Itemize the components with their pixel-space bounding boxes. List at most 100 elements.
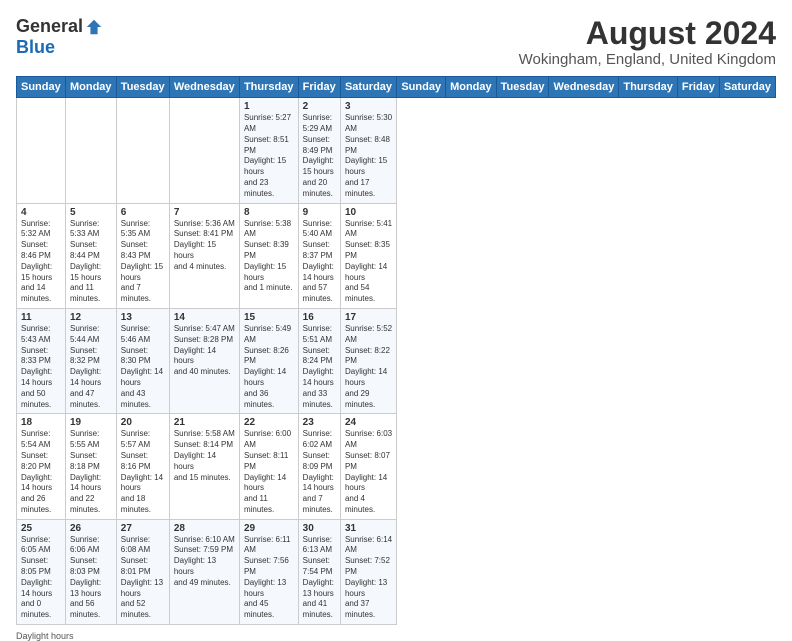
calendar-cell: 29Sunrise: 6:11 AM Sunset: 7:56 PM Dayli…: [239, 519, 298, 624]
calendar-cell: 1Sunrise: 5:27 AM Sunset: 8:51 PM Daylig…: [239, 98, 298, 203]
day-number: 15: [244, 312, 294, 323]
day-info: Sunrise: 5:40 AM Sunset: 8:37 PM Dayligh…: [303, 219, 336, 305]
day-number: 22: [244, 417, 294, 428]
day-number: 12: [70, 312, 112, 323]
day-number: 30: [303, 523, 336, 534]
day-info: Sunrise: 6:08 AM Sunset: 8:01 PM Dayligh…: [121, 535, 165, 621]
week-row-5: 25Sunrise: 6:05 AM Sunset: 8:05 PM Dayli…: [17, 519, 776, 624]
day-number: 27: [121, 523, 165, 534]
day-info: Sunrise: 5:54 AM Sunset: 8:20 PM Dayligh…: [21, 429, 61, 515]
calendar-cell: 30Sunrise: 6:13 AM Sunset: 7:54 PM Dayli…: [298, 519, 340, 624]
day-header-friday: Friday: [298, 77, 340, 98]
calendar-cell: 15Sunrise: 5:49 AM Sunset: 8:26 PM Dayli…: [239, 308, 298, 413]
calendar-cell: 8Sunrise: 5:38 AM Sunset: 8:39 PM Daylig…: [239, 203, 298, 308]
day-number: 18: [21, 417, 61, 428]
day-info: Sunrise: 5:36 AM Sunset: 8:41 PM Dayligh…: [174, 219, 235, 273]
calendar-cell: 16Sunrise: 5:51 AM Sunset: 8:24 PM Dayli…: [298, 308, 340, 413]
day-number: 24: [345, 417, 392, 428]
day-info: Sunrise: 6:14 AM Sunset: 7:52 PM Dayligh…: [345, 535, 392, 621]
calendar-cell: 18Sunrise: 5:54 AM Sunset: 8:20 PM Dayli…: [17, 414, 66, 519]
day-number: 17: [345, 312, 392, 323]
calendar-cell: 22Sunrise: 6:00 AM Sunset: 8:11 PM Dayli…: [239, 414, 298, 519]
day-info: Sunrise: 5:29 AM Sunset: 8:49 PM Dayligh…: [303, 113, 336, 199]
day-info: Sunrise: 6:11 AM Sunset: 7:56 PM Dayligh…: [244, 535, 294, 621]
calendar-cell: 7Sunrise: 5:36 AM Sunset: 8:41 PM Daylig…: [169, 203, 239, 308]
calendar-cell: 31Sunrise: 6:14 AM Sunset: 7:52 PM Dayli…: [340, 519, 396, 624]
calendar-cell: 5Sunrise: 5:33 AM Sunset: 8:44 PM Daylig…: [65, 203, 116, 308]
day-info: Sunrise: 5:27 AM Sunset: 8:51 PM Dayligh…: [244, 113, 294, 199]
day-header-thursday: Thursday: [619, 77, 678, 98]
day-header-friday: Friday: [677, 77, 719, 98]
daylight-label: Daylight hours: [16, 631, 74, 641]
location: Wokingham, England, United Kingdom: [519, 51, 776, 68]
logo-blue: Blue: [16, 37, 55, 58]
day-info: Sunrise: 5:57 AM Sunset: 8:16 PM Dayligh…: [121, 429, 165, 515]
day-info: Sunrise: 6:00 AM Sunset: 8:11 PM Dayligh…: [244, 429, 294, 515]
calendar-cell: 6Sunrise: 5:35 AM Sunset: 8:43 PM Daylig…: [116, 203, 169, 308]
day-info: Sunrise: 6:05 AM Sunset: 8:05 PM Dayligh…: [21, 535, 61, 621]
calendar-cell: 25Sunrise: 6:05 AM Sunset: 8:05 PM Dayli…: [17, 519, 66, 624]
day-header-sunday: Sunday: [17, 77, 66, 98]
day-info: Sunrise: 6:06 AM Sunset: 8:03 PM Dayligh…: [70, 535, 112, 621]
calendar-cell: 20Sunrise: 5:57 AM Sunset: 8:16 PM Dayli…: [116, 414, 169, 519]
footer: Daylight hours: [16, 631, 776, 641]
day-info: Sunrise: 5:55 AM Sunset: 8:18 PM Dayligh…: [70, 429, 112, 515]
day-info: Sunrise: 5:52 AM Sunset: 8:22 PM Dayligh…: [345, 324, 392, 410]
day-info: Sunrise: 5:47 AM Sunset: 8:28 PM Dayligh…: [174, 324, 235, 378]
calendar-cell: 4Sunrise: 5:32 AM Sunset: 8:46 PM Daylig…: [17, 203, 66, 308]
day-info: Sunrise: 6:13 AM Sunset: 7:54 PM Dayligh…: [303, 535, 336, 621]
calendar-cell: 21Sunrise: 5:58 AM Sunset: 8:14 PM Dayli…: [169, 414, 239, 519]
day-info: Sunrise: 6:03 AM Sunset: 8:07 PM Dayligh…: [345, 429, 392, 515]
day-header-saturday: Saturday: [719, 77, 775, 98]
day-info: Sunrise: 6:10 AM Sunset: 7:59 PM Dayligh…: [174, 535, 235, 589]
calendar-cell: 27Sunrise: 6:08 AM Sunset: 8:01 PM Dayli…: [116, 519, 169, 624]
week-row-3: 11Sunrise: 5:43 AM Sunset: 8:33 PM Dayli…: [17, 308, 776, 413]
day-number: 25: [21, 523, 61, 534]
title-section: August 2024 Wokingham, England, United K…: [519, 16, 776, 68]
calendar-cell: 26Sunrise: 6:06 AM Sunset: 8:03 PM Dayli…: [65, 519, 116, 624]
day-number: 21: [174, 417, 235, 428]
week-row-1: 1Sunrise: 5:27 AM Sunset: 8:51 PM Daylig…: [17, 98, 776, 203]
calendar-cell: 11Sunrise: 5:43 AM Sunset: 8:33 PM Dayli…: [17, 308, 66, 413]
calendar-cell: 12Sunrise: 5:44 AM Sunset: 8:32 PM Dayli…: [65, 308, 116, 413]
day-number: 14: [174, 312, 235, 323]
week-row-4: 18Sunrise: 5:54 AM Sunset: 8:20 PM Dayli…: [17, 414, 776, 519]
day-info: Sunrise: 5:44 AM Sunset: 8:32 PM Dayligh…: [70, 324, 112, 410]
calendar-cell: 23Sunrise: 6:02 AM Sunset: 8:09 PM Dayli…: [298, 414, 340, 519]
day-number: 5: [70, 207, 112, 218]
calendar-cell: 10Sunrise: 5:41 AM Sunset: 8:35 PM Dayli…: [340, 203, 396, 308]
day-header-wednesday: Wednesday: [169, 77, 239, 98]
day-number: 20: [121, 417, 165, 428]
day-number: 4: [21, 207, 61, 218]
day-header-wednesday: Wednesday: [549, 77, 619, 98]
day-number: 31: [345, 523, 392, 534]
calendar-cell: 3Sunrise: 5:30 AM Sunset: 8:48 PM Daylig…: [340, 98, 396, 203]
day-info: Sunrise: 5:32 AM Sunset: 8:46 PM Dayligh…: [21, 219, 61, 305]
header-row: SundayMondayTuesdayWednesdayThursdayFrid…: [17, 77, 776, 98]
logo-general: General: [16, 16, 83, 37]
calendar-cell: [65, 98, 116, 203]
day-number: 6: [121, 207, 165, 218]
day-header-thursday: Thursday: [239, 77, 298, 98]
day-info: Sunrise: 5:49 AM Sunset: 8:26 PM Dayligh…: [244, 324, 294, 410]
page: General Blue August 2024 Wokingham, Engl…: [0, 0, 792, 612]
day-number: 16: [303, 312, 336, 323]
day-number: 29: [244, 523, 294, 534]
day-header-saturday: Saturday: [340, 77, 396, 98]
day-number: 2: [303, 101, 336, 112]
day-number: 28: [174, 523, 235, 534]
calendar-cell: 19Sunrise: 5:55 AM Sunset: 8:18 PM Dayli…: [65, 414, 116, 519]
calendar-cell: 28Sunrise: 6:10 AM Sunset: 7:59 PM Dayli…: [169, 519, 239, 624]
day-info: Sunrise: 5:46 AM Sunset: 8:30 PM Dayligh…: [121, 324, 165, 410]
day-number: 23: [303, 417, 336, 428]
day-info: Sunrise: 5:38 AM Sunset: 8:39 PM Dayligh…: [244, 219, 294, 295]
day-number: 1: [244, 101, 294, 112]
calendar-cell: 24Sunrise: 6:03 AM Sunset: 8:07 PM Dayli…: [340, 414, 396, 519]
day-number: 26: [70, 523, 112, 534]
day-info: Sunrise: 5:43 AM Sunset: 8:33 PM Dayligh…: [21, 324, 61, 410]
day-header-tuesday: Tuesday: [116, 77, 169, 98]
day-info: Sunrise: 5:33 AM Sunset: 8:44 PM Dayligh…: [70, 219, 112, 305]
day-info: Sunrise: 5:35 AM Sunset: 8:43 PM Dayligh…: [121, 219, 165, 305]
day-info: Sunrise: 5:58 AM Sunset: 8:14 PM Dayligh…: [174, 429, 235, 483]
day-number: 9: [303, 207, 336, 218]
